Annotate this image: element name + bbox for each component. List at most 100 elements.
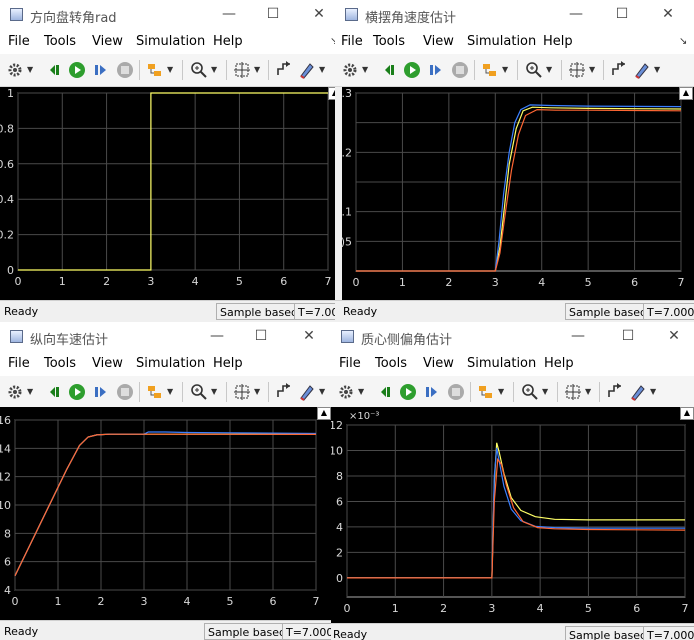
highlight-block-icon[interactable] bbox=[481, 61, 499, 79]
cursor-measure-icon[interactable] bbox=[629, 383, 647, 401]
step-back-icon[interactable] bbox=[377, 383, 395, 401]
run-icon[interactable] bbox=[399, 383, 417, 401]
autoscale-icon[interactable] bbox=[564, 383, 582, 401]
menu-simulation[interactable]: Simulation bbox=[136, 356, 205, 371]
chevron-down-icon[interactable]: ▼ bbox=[27, 387, 33, 396]
autoscale-icon[interactable] bbox=[233, 383, 251, 401]
step-back-icon[interactable] bbox=[46, 61, 64, 79]
run-icon[interactable] bbox=[403, 61, 421, 79]
maximize-button[interactable]: ☐ bbox=[611, 4, 633, 24]
chevron-down-icon[interactable]: ▼ bbox=[358, 387, 364, 396]
menu-view[interactable]: View bbox=[423, 356, 454, 371]
zoom-icon[interactable] bbox=[190, 383, 208, 401]
step-back-icon[interactable] bbox=[381, 61, 399, 79]
cursor-measure-icon[interactable] bbox=[298, 61, 316, 79]
chevron-down-icon[interactable]: ▼ bbox=[167, 387, 173, 396]
close-button[interactable]: ✕ bbox=[298, 326, 320, 346]
step-back-icon[interactable] bbox=[46, 383, 64, 401]
menu-help[interactable]: Help bbox=[213, 356, 243, 371]
menu-tools[interactable]: Tools bbox=[375, 356, 407, 371]
chevron-down-icon[interactable]: ▼ bbox=[650, 387, 656, 396]
step-forward-icon[interactable] bbox=[92, 61, 110, 79]
chevron-down-icon[interactable]: ▼ bbox=[542, 387, 548, 396]
plot-area[interactable]: 0 1 2 3 4 5 6 7 0 0.2 0.4 0.6 0.8 1 bbox=[0, 87, 342, 300]
maximize-button[interactable]: ☐ bbox=[617, 326, 639, 346]
maximize-button[interactable]: ☐ bbox=[262, 4, 284, 24]
menu-view[interactable]: View bbox=[423, 34, 454, 49]
chevron-down-icon[interactable]: ▼ bbox=[654, 65, 660, 74]
chevron-down-icon[interactable]: ▼ bbox=[362, 65, 368, 74]
settings-icon[interactable] bbox=[337, 383, 355, 401]
menu-view[interactable]: View bbox=[92, 356, 123, 371]
autoscale-icon[interactable] bbox=[568, 61, 586, 79]
menu-file[interactable]: File bbox=[341, 34, 363, 49]
stop-icon[interactable] bbox=[116, 383, 134, 401]
chevron-down-icon[interactable]: ▼ bbox=[589, 65, 595, 74]
minimize-button[interactable]: — bbox=[565, 4, 587, 24]
chevron-down-icon[interactable]: ▼ bbox=[27, 65, 33, 74]
chevron-down-icon[interactable]: ▼ bbox=[498, 387, 504, 396]
minimize-button[interactable]: — bbox=[206, 326, 228, 346]
menu-help[interactable]: Help bbox=[543, 34, 573, 49]
menu-tools[interactable]: Tools bbox=[44, 356, 76, 371]
close-button[interactable]: ✕ bbox=[663, 326, 685, 346]
close-button[interactable]: ✕ bbox=[308, 4, 330, 24]
undock-icon[interactable]: ▲ bbox=[679, 87, 693, 100]
chevron-down-icon[interactable]: ▼ bbox=[254, 65, 260, 74]
menu-file[interactable]: File bbox=[8, 356, 30, 371]
zoom-icon[interactable] bbox=[525, 61, 543, 79]
menu-file[interactable]: File bbox=[339, 356, 361, 371]
step-forward-icon[interactable] bbox=[427, 61, 445, 79]
chevron-down-icon[interactable]: ▼ bbox=[167, 65, 173, 74]
undock-icon[interactable]: ▲ bbox=[680, 407, 694, 420]
close-button[interactable]: ✕ bbox=[657, 4, 679, 24]
trigger-icon[interactable] bbox=[610, 61, 628, 79]
minimize-button[interactable]: — bbox=[567, 326, 589, 346]
zoom-icon[interactable] bbox=[521, 383, 539, 401]
chevron-down-icon[interactable]: ▼ bbox=[211, 387, 217, 396]
menu-tools[interactable]: Tools bbox=[44, 34, 76, 49]
menu-simulation[interactable]: Simulation bbox=[467, 356, 536, 371]
chevron-down-icon[interactable]: ▼ bbox=[319, 65, 325, 74]
menu-tools[interactable]: Tools bbox=[373, 34, 405, 49]
settings-icon[interactable] bbox=[6, 383, 24, 401]
maximize-button[interactable]: ☐ bbox=[250, 326, 272, 346]
autoscale-icon[interactable] bbox=[233, 61, 251, 79]
chevron-down-icon[interactable]: ▼ bbox=[319, 387, 325, 396]
step-forward-icon[interactable] bbox=[423, 383, 441, 401]
menu-file[interactable]: File bbox=[8, 34, 30, 49]
menu-simulation[interactable]: Simulation bbox=[467, 34, 536, 49]
undock-icon[interactable]: ▲ bbox=[317, 407, 331, 420]
step-forward-icon[interactable] bbox=[92, 383, 110, 401]
highlight-block-icon[interactable] bbox=[146, 61, 164, 79]
plot-area[interactable]: 0 1 2 3 4 5 6 7 0 2 4 6 8 10 12 ×10⁻³ bbox=[331, 407, 694, 623]
menu-help[interactable]: Help bbox=[544, 356, 574, 371]
menu-simulation[interactable]: Simulation bbox=[136, 34, 205, 49]
stop-icon[interactable] bbox=[451, 61, 469, 79]
chevron-down-icon[interactable]: ▼ bbox=[585, 387, 591, 396]
zoom-icon[interactable] bbox=[190, 61, 208, 79]
trigger-icon[interactable] bbox=[275, 61, 293, 79]
stop-icon[interactable] bbox=[447, 383, 465, 401]
settings-icon[interactable] bbox=[6, 61, 24, 79]
chevron-down-icon[interactable]: ▼ bbox=[254, 387, 260, 396]
cursor-measure-icon[interactable] bbox=[633, 61, 651, 79]
chevron-down-icon[interactable]: ▼ bbox=[502, 65, 508, 74]
highlight-block-icon[interactable] bbox=[477, 383, 495, 401]
menu-help[interactable]: Help bbox=[213, 34, 243, 49]
chevron-down-icon[interactable]: ▼ bbox=[546, 65, 552, 74]
run-icon[interactable] bbox=[68, 61, 86, 79]
cursor-measure-icon[interactable] bbox=[298, 383, 316, 401]
minimize-button[interactable]: — bbox=[218, 4, 240, 24]
settings-icon[interactable] bbox=[341, 61, 359, 79]
trigger-icon[interactable] bbox=[606, 383, 624, 401]
run-icon[interactable] bbox=[68, 383, 86, 401]
plot-area[interactable]: 0 1 2 3 4 5 6 7 .3 .2 .1)5 bbox=[342, 87, 694, 300]
menu-view[interactable]: View bbox=[92, 34, 123, 49]
plot-area[interactable]: 0 1 2 3 4 5 6 7 4 6 8 10 12 14 16 bbox=[0, 407, 331, 620]
chevron-down-icon[interactable]: ▼ bbox=[211, 65, 217, 74]
stop-icon[interactable] bbox=[116, 61, 134, 79]
menu-dock-arrow-icon[interactable]: ↘ bbox=[679, 36, 687, 47]
highlight-block-icon[interactable] bbox=[146, 383, 164, 401]
trigger-icon[interactable] bbox=[275, 383, 293, 401]
